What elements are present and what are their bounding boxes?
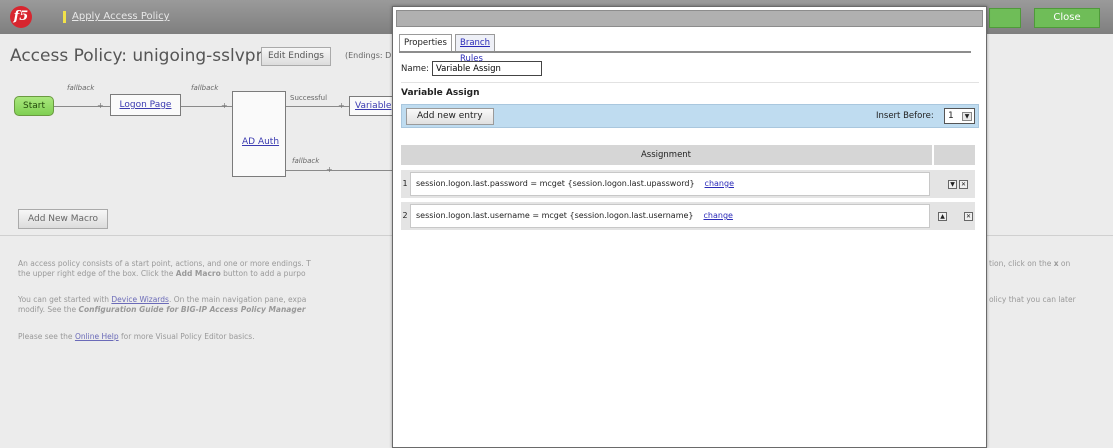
apply-access-policy-link[interactable]: Apply Access Policy — [72, 11, 170, 22]
name-input[interactable] — [432, 61, 542, 76]
help-text: An access policy consists of a start poi… — [18, 259, 311, 268]
help-text: the upper right edge of the box. Click t… — [18, 269, 176, 278]
section-heading: Variable Assign — [401, 88, 480, 98]
row-number: 1 — [402, 179, 408, 188]
tab-branch-rules[interactable]: Branch Rules — [455, 34, 495, 64]
column-divider — [932, 145, 934, 165]
help-paragraph: the upper right edge of the box. Click t… — [18, 269, 306, 279]
ad-auth-link[interactable]: AD Auth — [242, 137, 279, 147]
insert-before-select[interactable]: 1 ▼ — [944, 108, 975, 124]
add-item-icon[interactable]: + — [326, 165, 333, 174]
assignment-text: session.logon.last.password = mcget {ses… — [416, 179, 695, 188]
assignment-expression: session.logon.last.username = mcget {ses… — [410, 204, 930, 228]
close-button[interactable]: Close — [1034, 8, 1100, 28]
help-text: modify. See the — [18, 305, 79, 314]
table-row: 2 session.logon.last.username = mcget {s… — [401, 202, 975, 230]
endings-summary: (Endings: D — [345, 51, 392, 60]
help-text: Please see the — [18, 332, 75, 341]
help-paragraph: You can get started with Device Wizards.… — [18, 295, 306, 305]
assignment-table-header: Assignment — [401, 145, 975, 165]
add-new-macro-button[interactable]: Add New Macro — [18, 209, 109, 229]
delete-icon[interactable]: ✕ — [959, 180, 968, 189]
divider — [401, 82, 979, 83]
ad-auth-node[interactable]: AD Auth — [232, 91, 286, 177]
help-bold-text: Configuration Guide for BIG-IP Access Po… — [78, 305, 306, 314]
assignment-column-header: Assignment — [640, 150, 692, 160]
add-item-icon[interactable]: + — [97, 101, 104, 110]
help-text: button to add a purpo — [220, 269, 306, 278]
entry-toolbar: Add new entry Insert Before: 1 ▼ — [401, 104, 979, 128]
help-paragraph-right: olicy that you can later — [989, 295, 1076, 305]
branch-label-successful: Successful — [290, 94, 328, 102]
help-bold-text: Add Macro — [175, 269, 221, 278]
move-up-icon[interactable]: ▲ — [938, 212, 947, 221]
logon-page-node[interactable]: Logon Page — [110, 94, 181, 116]
page-title: Access Policy: unigoing-sslvpn — [10, 46, 267, 66]
insert-before-label: Insert Before: — [876, 111, 934, 121]
add-item-icon[interactable]: + — [338, 101, 345, 110]
chevron-down-icon: ▼ — [962, 112, 972, 121]
f5-logo-icon: f5 — [10, 6, 32, 28]
help-paragraph: Please see the Online Help for more Visu… — [18, 332, 255, 342]
branch-label-fallback: fallback — [67, 84, 95, 92]
branch-line — [286, 170, 392, 171]
help-text: tion, click on the — [989, 259, 1054, 268]
tab-divider — [399, 51, 971, 53]
dialog-title-bar[interactable] — [396, 10, 983, 27]
help-text: on — [1058, 259, 1071, 268]
help-paragraph: An access policy consists of a start poi… — [18, 259, 311, 269]
online-help-link[interactable]: Online Help — [75, 332, 119, 341]
variable-assign-link[interactable]: Variable — [355, 101, 391, 111]
change-link[interactable]: change — [704, 211, 733, 220]
move-down-icon[interactable]: ▼ — [948, 180, 957, 189]
name-label: Name: — [401, 64, 429, 74]
edit-endings-button[interactable]: Edit Endings — [261, 47, 331, 66]
help-paragraph-right: tion, click on the x on — [989, 259, 1070, 269]
help-text: You can get started with — [18, 295, 112, 304]
assignment-text: session.logon.last.username = mcget {ses… — [416, 211, 694, 220]
device-wizards-link[interactable]: Device Wizards — [111, 295, 169, 304]
assignment-expression: session.logon.last.password = mcget {ses… — [410, 172, 930, 196]
start-node[interactable]: Start — [14, 96, 54, 116]
properties-dialog: Properties Branch Rules Name: Variable A… — [392, 6, 987, 448]
branch-label-fallback: fallback — [292, 157, 320, 165]
change-link[interactable]: change — [705, 179, 734, 188]
apply-marker — [63, 11, 66, 23]
help-text: for more Visual Policy Editor basics. — [118, 332, 255, 341]
table-row: 1 session.logon.last.password = mcget {s… — [401, 170, 975, 198]
help-text: olicy that you can later — [989, 295, 1076, 304]
row-number: 2 — [402, 211, 408, 220]
help-text: . On the main navigation pane, expa — [168, 295, 307, 304]
insert-before-value: 1 — [948, 111, 954, 121]
add-item-icon[interactable]: + — [221, 101, 228, 110]
add-new-entry-button[interactable]: Add new entry — [406, 108, 494, 125]
tab-properties[interactable]: Properties — [399, 34, 452, 51]
logon-page-link[interactable]: Logon Page — [120, 100, 172, 110]
toolbar-green-button[interactable] — [989, 8, 1021, 28]
delete-icon[interactable]: ✕ — [964, 212, 973, 221]
help-paragraph: modify. See the Configuration Guide for … — [18, 305, 306, 315]
branch-label-fallback: fallback — [191, 84, 219, 92]
